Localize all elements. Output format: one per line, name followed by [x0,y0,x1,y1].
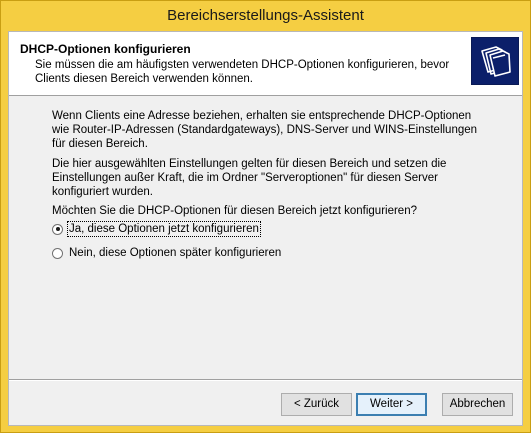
radio-button-no[interactable] [52,247,63,259]
info-paragraph-2: Die hier ausgewählten Einstellungen gelt… [52,158,447,198]
wizard-header: DHCP-Optionen konfigurieren Sie müssen d… [9,32,522,96]
radio-option-no[interactable]: Nein, diese Optionen später konfiguriere… [52,245,282,261]
wizard-client-area: DHCP-Optionen konfigurieren Sie müssen d… [8,31,523,426]
page-title: DHCP-Optionen konfigurieren [20,42,191,56]
radio-option-yes[interactable]: Ja, diese Optionen jetzt konfigurieren [52,221,261,237]
folders-icon [471,37,519,85]
cancel-button[interactable]: Abbrechen [442,393,513,416]
radio-button-yes[interactable] [52,223,63,235]
question-text: Möchten Sie die DHCP-Optionen für diesen… [52,205,417,217]
page-subtitle: Sie müssen die am häufigsten verwendeten… [35,59,450,85]
window-title[interactable]: Bereichserstellungs-Assistent [1,1,530,31]
wizard-window: Bereichserstellungs-Assistent DHCP-Optio… [0,0,531,433]
next-button[interactable]: Weiter > [356,393,427,416]
radio-label-yes[interactable]: Ja, diese Optionen jetzt konfigurieren [67,221,261,237]
radio-label-no[interactable]: Nein, diese Optionen später konfiguriere… [68,246,282,260]
back-button[interactable]: < Zurück [281,393,352,416]
button-separator [9,379,522,381]
info-paragraph-1: Wenn Clients eine Adresse beziehen, erha… [52,110,478,150]
